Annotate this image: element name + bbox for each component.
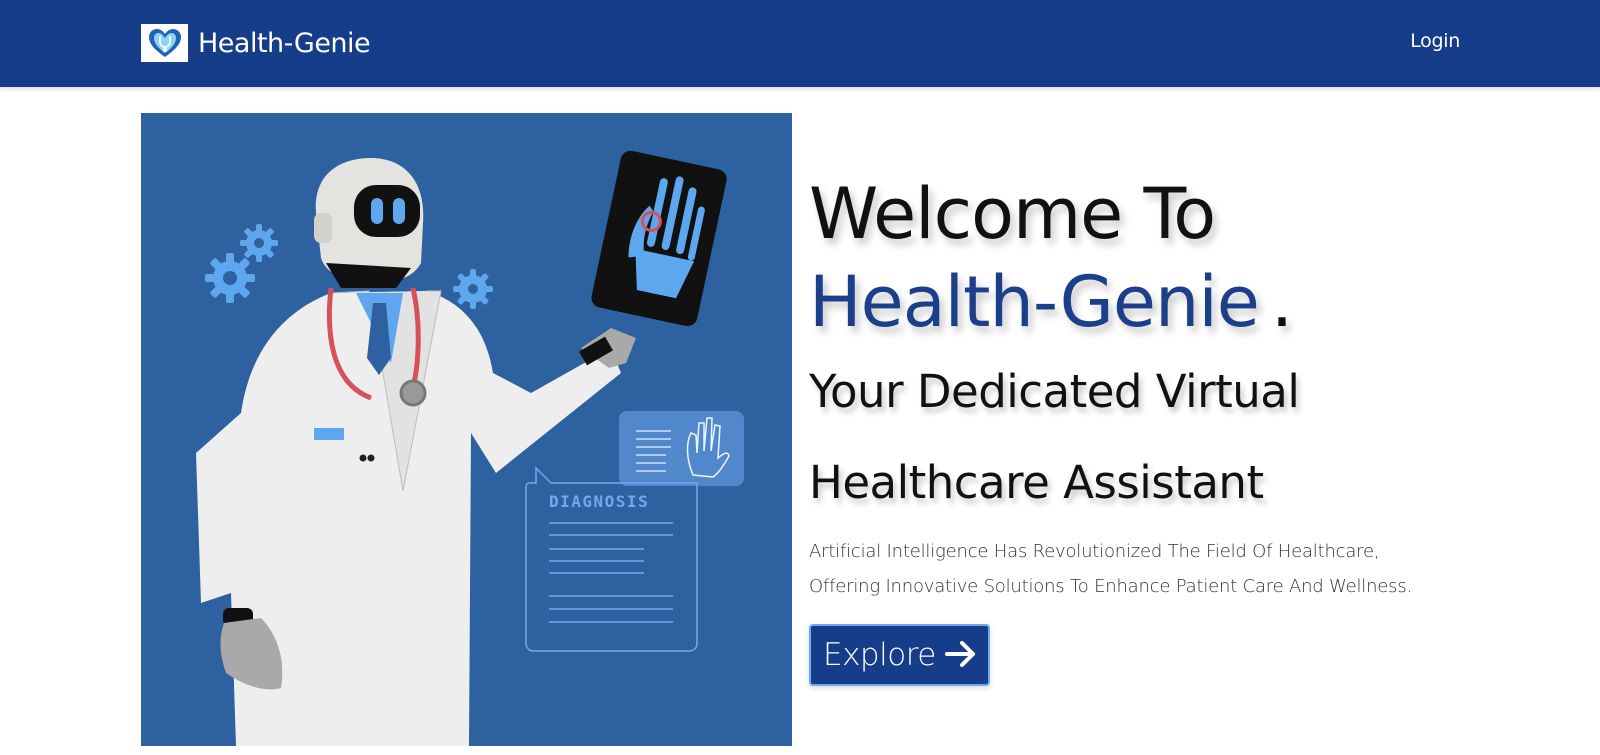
hero-description: Artificial Intelligence Has Revolutioniz… xyxy=(809,534,1569,604)
hero-brand-name: Health-Genie xyxy=(809,261,1260,343)
brand-name: Health-Genie xyxy=(198,27,371,59)
login-link[interactable]: Login xyxy=(1410,30,1460,52)
diagnosis-card-title: DIAGNOSIS xyxy=(549,492,649,511)
hero-text: Welcome To Health-Genie. Your Dedicated … xyxy=(809,170,1569,686)
gear-icon xyxy=(205,253,255,303)
explore-label: Explore xyxy=(823,637,936,673)
robot-doctor-illustration: DIAGNOSIS xyxy=(141,113,792,746)
hero-brand-line: Health-Genie. xyxy=(809,258,1569,346)
navbar: Health-Genie Login xyxy=(0,0,1600,87)
arrow-right-icon xyxy=(944,639,978,672)
hero-brand-suffix: . xyxy=(1270,261,1293,343)
hero-description-line-1: Artificial Intelligence Has Revolutioniz… xyxy=(809,541,1380,562)
brand-link[interactable]: Health-Genie xyxy=(141,24,371,62)
gear-icon xyxy=(453,269,493,309)
hero-description-line-2: Offering Innovative Solutions To Enhance… xyxy=(809,576,1413,597)
hero-welcome-line: Welcome To xyxy=(809,173,1216,255)
explore-button[interactable]: Explore xyxy=(809,624,990,686)
heart-stethoscope-icon xyxy=(141,24,188,62)
hero-subtitle-line-2: Healthcare Assistant xyxy=(809,456,1264,509)
gear-icon xyxy=(240,224,278,262)
hero-subtitle-line-1: Your Dedicated Virtual xyxy=(809,365,1300,418)
